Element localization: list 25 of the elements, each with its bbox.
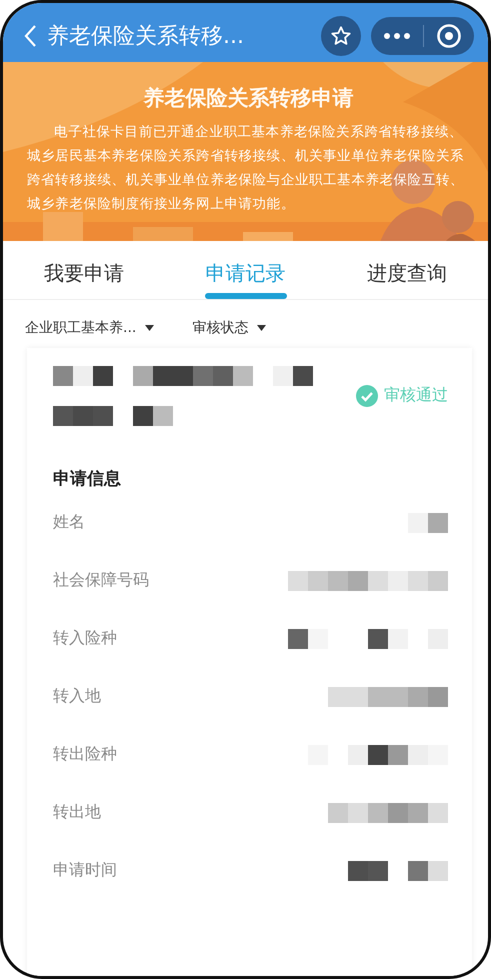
- filter-dropdown[interactable]: 审核状态: [192, 318, 266, 338]
- tab[interactable]: 我要申请: [3, 241, 165, 300]
- field-label: 社会保障号码: [53, 570, 149, 592]
- pixelated-value-drawing: [408, 512, 448, 533]
- star-icon: [330, 25, 352, 48]
- favorite-button[interactable]: [321, 16, 361, 56]
- banner-title: 养老保险关系转移申请: [142, 84, 354, 112]
- field-label: 申请时间: [53, 860, 117, 882]
- caret-icon: [145, 325, 154, 332]
- back-icon[interactable]: [23, 24, 37, 48]
- field-label: 转出地: [53, 802, 101, 824]
- field-label: 姓名: [53, 512, 85, 534]
- caret-icon: [257, 325, 266, 332]
- field-label: 转入地: [53, 686, 101, 708]
- tab[interactable]: 进度查询: [326, 241, 488, 300]
- field-label: 转入险种: [53, 628, 117, 650]
- filter-dropdown[interactable]: 企业职工基本养...: [25, 318, 154, 338]
- close-icon[interactable]: [436, 23, 462, 50]
- more-icon[interactable]: [383, 32, 411, 40]
- banner-description: 电子社保卡目前已开通企业职工基本养老保险关系跨省转移接续、城乡居民基本养老保险关系跨省转移接续、机关事业单位养老保险关系跨省转移接续、机关事业单位养老保险与企业职工基本养老保险互转、城乡养老保险制度衔接业务网上申请功能。: [27, 122, 466, 214]
- page-title: 养老保险关系转移...: [47, 23, 245, 52]
- status-label: 审核通过: [384, 385, 448, 406]
- field-label: 转出险种: [53, 744, 117, 766]
- section-title: 申请信息: [53, 468, 122, 490]
- check-circle-icon: [356, 384, 378, 407]
